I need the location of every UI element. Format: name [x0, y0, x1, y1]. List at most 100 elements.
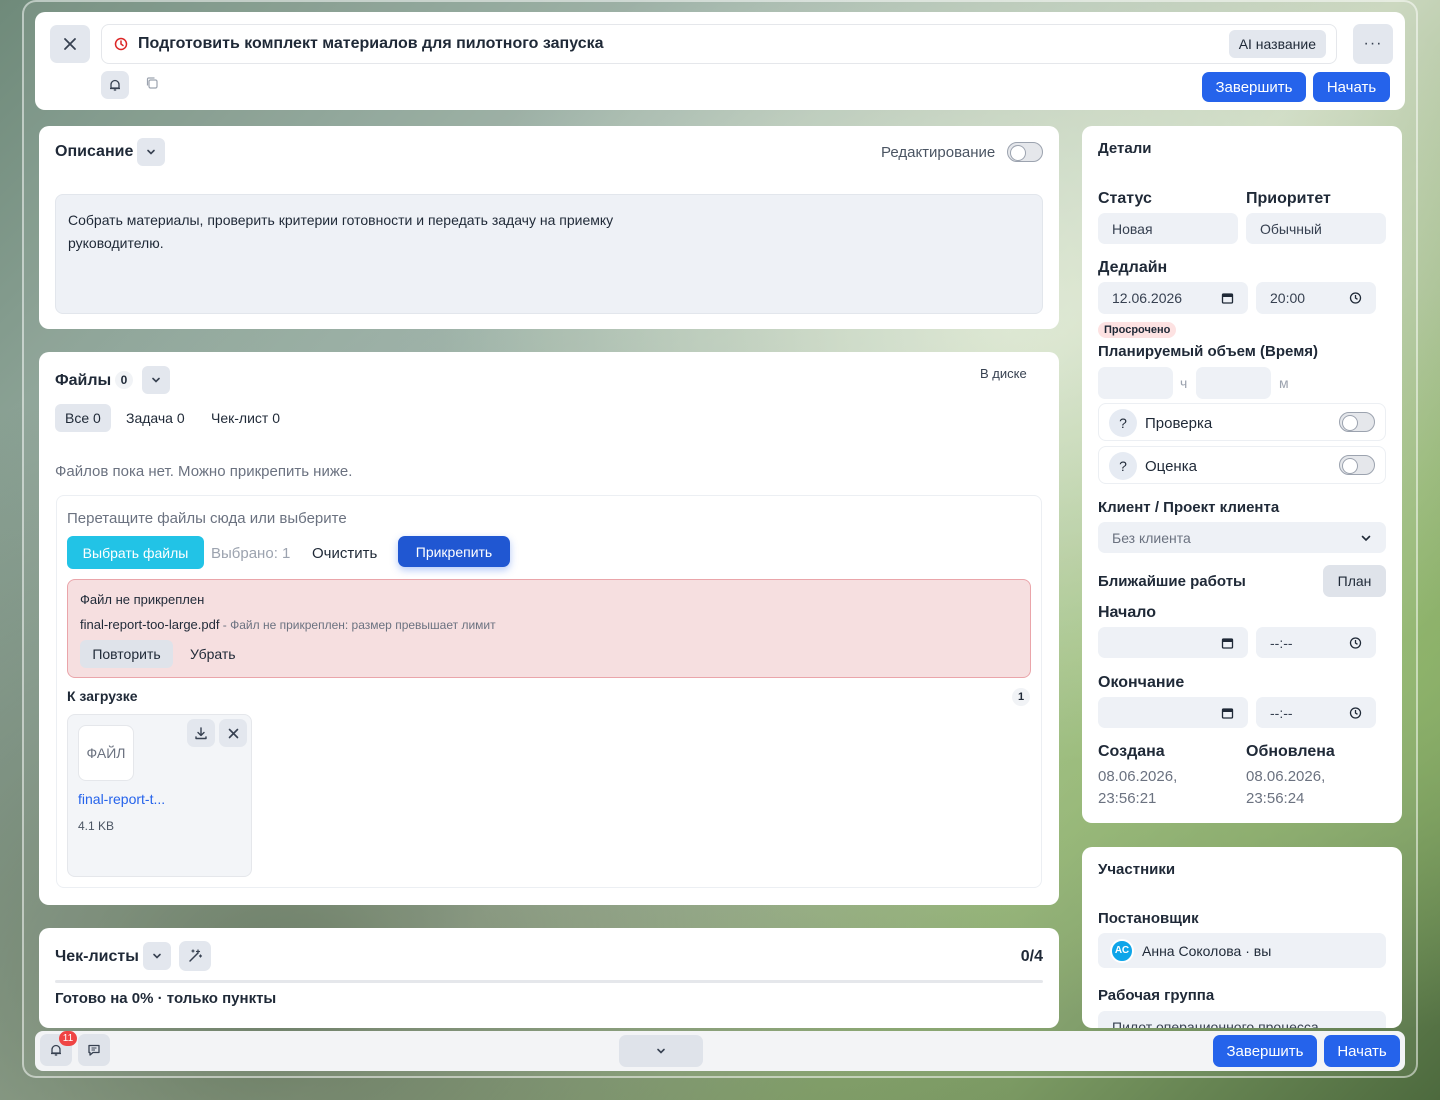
files-title: Файлы [55, 372, 112, 389]
files-empty-text: Файлов пока нет. Можно прикрепить ниже. [55, 463, 353, 480]
in-disk-link[interactable]: В диске [980, 366, 1027, 381]
created-date: 08.06.2026, [1098, 768, 1178, 785]
start-label: Начало [1098, 604, 1156, 621]
avatar: АС [1110, 938, 1134, 963]
checklist-progress: 0/4 [1020, 948, 1043, 965]
files-collapse-button[interactable] [142, 366, 170, 394]
choose-files-button[interactable]: Выбрать файлы [67, 536, 204, 569]
created-label: Создана [1098, 743, 1165, 760]
close-icon [228, 728, 238, 738]
selected-count: Выбрано: 1 [211, 545, 291, 562]
participants-card: Участники Постановщик АС Анна Соколова ·… [1082, 847, 1402, 1028]
bell-icon [51, 1044, 61, 1056]
description-card: Описание Редактирование Собрать материал… [39, 126, 1059, 329]
creator-chip[interactable]: АС Анна Соколова · вы [1098, 933, 1386, 968]
start-date-input[interactable] [1098, 627, 1248, 658]
ai-checklist-button[interactable] [179, 941, 211, 971]
magic-wand-icon [189, 949, 203, 962]
status-label: Статус [1098, 190, 1152, 207]
start-time-input[interactable]: --:-- [1256, 627, 1376, 658]
remove-button[interactable]: Убрать [190, 646, 236, 662]
status-select[interactable]: Новая [1098, 213, 1238, 244]
client-label: Клиент / Проект клиента [1098, 499, 1280, 516]
description-collapse-button[interactable] [137, 138, 165, 166]
clear-button[interactable]: Очистить [312, 545, 377, 562]
file-type-thumbnail: ФАЙЛ [78, 725, 134, 781]
start-button[interactable]: Начать [1313, 72, 1390, 102]
tab-checklist[interactable]: Чек-лист 0 [211, 404, 280, 432]
ai-title-button[interactable]: AI название [1228, 30, 1326, 58]
checklist-progress-bar [55, 980, 1043, 983]
upload-queue-title: К загрузке [67, 688, 138, 704]
checklist-summary: Готово на 0% · только пункты [55, 990, 277, 1007]
upload-file-card: ФАЙЛ final-report-t... 4.1 KB [67, 714, 252, 877]
finish-button[interactable]: Завершить [1202, 72, 1306, 102]
client-value: Без клиента [1112, 529, 1191, 546]
planned-minutes-input[interactable] [1196, 367, 1271, 399]
priority-select[interactable]: Обычный [1246, 213, 1386, 244]
review-label: Проверка [1145, 415, 1213, 432]
deadline-date-input[interactable]: 12.06.2026 [1098, 282, 1248, 314]
plan-button[interactable]: План [1323, 565, 1386, 597]
end-label: Окончание [1098, 674, 1185, 691]
details-title: Детали [1098, 140, 1152, 157]
deadline-date-value: 12.06.2026 [1112, 290, 1183, 306]
end-date-input[interactable] [1098, 697, 1248, 728]
expand-toggle-button[interactable] [619, 1035, 703, 1067]
download-button[interactable] [187, 719, 215, 747]
end-time-input[interactable]: --:-- [1256, 697, 1376, 728]
notify-button[interactable] [101, 71, 129, 99]
chevron-down-icon [153, 953, 161, 959]
review-toggle[interactable] [1339, 412, 1375, 432]
created-time: 23:56:21 [1098, 790, 1157, 807]
comments-button[interactable] [78, 1034, 110, 1066]
tab-task[interactable]: Задача 0 [126, 404, 185, 432]
nearest-work-label: Ближайшие работы [1098, 573, 1246, 590]
updated-date: 08.06.2026, [1246, 768, 1326, 785]
file-name-link[interactable]: final-report-t... [78, 791, 165, 807]
clock-icon [1349, 292, 1362, 304]
copy-button[interactable] [145, 76, 159, 95]
close-button[interactable] [50, 25, 90, 63]
planned-hours-input[interactable] [1098, 367, 1173, 399]
rating-toggle[interactable] [1339, 455, 1375, 475]
checklists-card: Чек-листы 0/4 Готово на 0% · только пунк… [39, 928, 1059, 1028]
clock-icon [1349, 706, 1362, 719]
client-select[interactable]: Без клиента [1098, 522, 1386, 553]
footer-start-button[interactable]: Начать [1324, 1035, 1400, 1067]
description-text[interactable]: Собрать материалы, проверить критерии го… [55, 194, 1043, 314]
clock-alert-icon [114, 37, 128, 51]
edit-mode-toggle[interactable] [1007, 142, 1043, 162]
retry-button[interactable]: Повторить [80, 640, 173, 668]
review-row: ? Проверка [1098, 403, 1386, 441]
edit-mode-label: Редактирование [881, 144, 996, 161]
files-card: Файлы 0 В диске Все 0 Задача 0 Чек-лист … [39, 352, 1059, 905]
attach-button[interactable]: Прикрепить [398, 536, 510, 567]
more-button[interactable]: ··· [1353, 24, 1393, 64]
error-message: - Файл не прикреплен: размер превышает л… [219, 618, 496, 632]
copy-icon [146, 77, 158, 89]
upload-queue-count: 1 [1012, 688, 1030, 706]
tab-all[interactable]: Все 0 [55, 404, 111, 432]
dropzone-text: Перетащите файлы сюда или выберите [67, 510, 347, 527]
start-time-value: --:-- [1270, 634, 1293, 651]
workgroup-select[interactable]: Пилот операционного процесса [1098, 1011, 1386, 1028]
checklists-collapse-button[interactable] [143, 942, 171, 970]
deadline-time-input[interactable]: 20:00 [1256, 282, 1376, 314]
bottom-bar: 11 Завершить Начать [35, 1031, 1405, 1071]
remove-file-button[interactable] [219, 719, 247, 747]
dropzone[interactable]: Перетащите файлы сюда или выберите Выбра… [56, 495, 1042, 888]
planned-time-label: Планируемый объем (Время) [1098, 343, 1319, 360]
file-size: 4.1 KB [78, 819, 115, 833]
rating-label: Оценка [1145, 458, 1197, 475]
updated-label: Обновлена [1246, 743, 1335, 760]
chevron-down-icon [1361, 535, 1371, 541]
help-icon[interactable]: ? [1109, 452, 1137, 480]
task-title-field[interactable]: Подготовить комплект материалов для пило… [101, 24, 1337, 64]
minutes-unit: м [1279, 375, 1289, 391]
footer-finish-button[interactable]: Завершить [1213, 1035, 1317, 1067]
notification-count-badge: 11 [59, 1031, 77, 1046]
help-icon[interactable]: ? [1109, 409, 1137, 437]
chat-icon [88, 1044, 100, 1056]
priority-label: Приоритет [1246, 190, 1331, 207]
